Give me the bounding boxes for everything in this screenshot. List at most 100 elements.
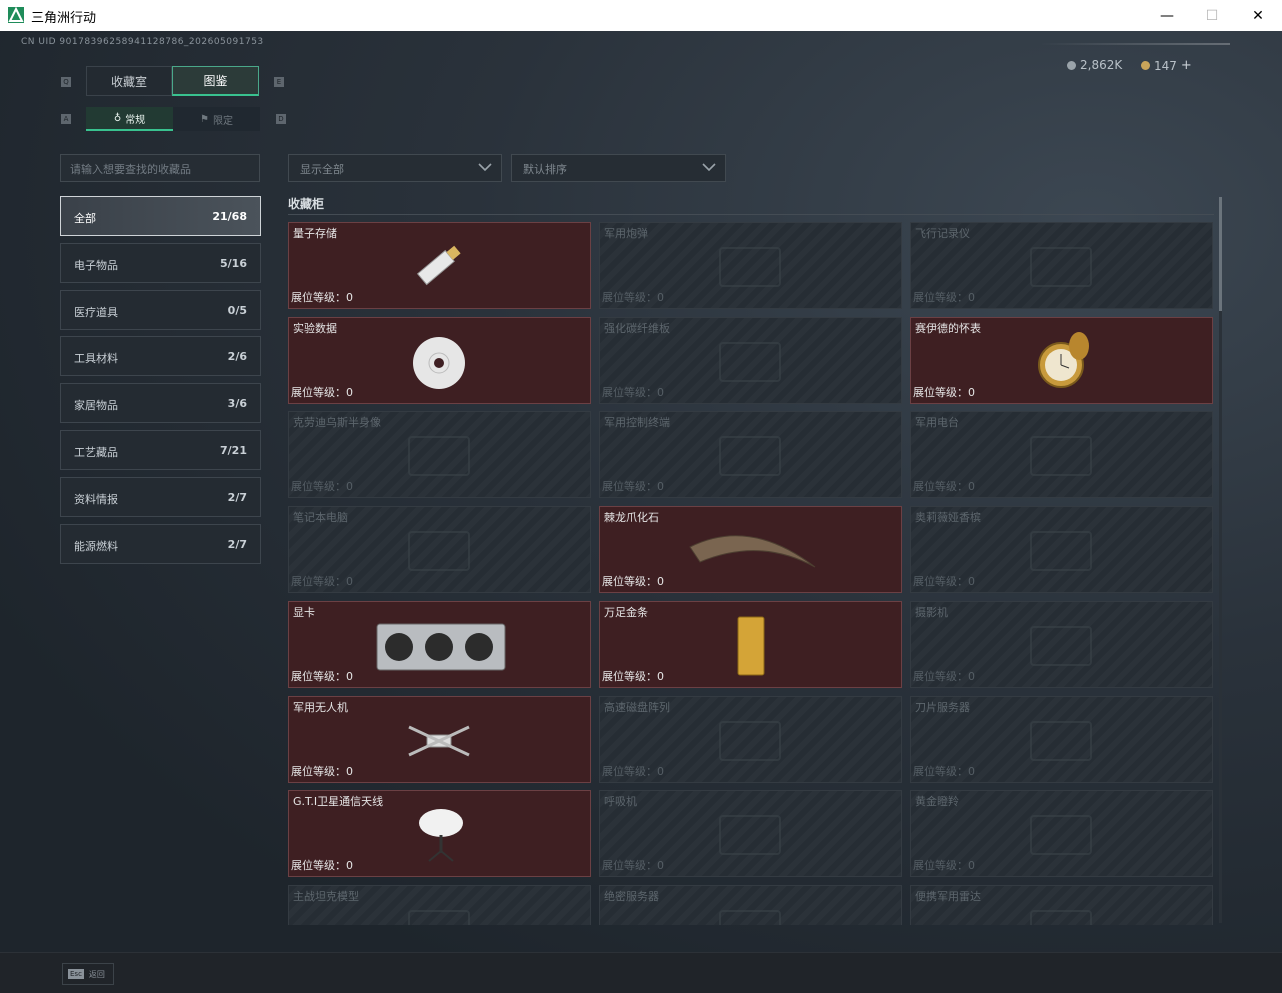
level-value: 0 xyxy=(346,575,353,589)
collection-card[interactable]: 主战坦克模型展位等级：0 xyxy=(288,884,591,925)
collection-card[interactable]: 高速磁盘阵列 展位等级：0 xyxy=(599,695,902,783)
currency-coins-value: 2,862K xyxy=(1080,58,1123,72)
card-level: 展位等级：0 xyxy=(291,478,353,494)
category-item[interactable]: 能源燃料 2/7 xyxy=(60,523,261,564)
level-value: 0 xyxy=(657,385,664,399)
add-currency-button[interactable]: + xyxy=(1181,58,1192,73)
card-level: 展位等级：0 xyxy=(291,763,353,779)
key-hint-e: E xyxy=(274,77,284,87)
collection-card[interactable]: 量子存储 展位等级：0 xyxy=(288,222,591,309)
category-label: 工具材料 xyxy=(74,352,118,366)
level-label: 展位等级： xyxy=(913,291,968,304)
close-button[interactable]: ✕ xyxy=(1235,0,1281,31)
level-value: 0 xyxy=(968,480,975,494)
card-name: 奥莉薇娅香槟 xyxy=(915,511,981,525)
collection-card[interactable]: 摄影机 展位等级：0 xyxy=(910,600,1213,688)
limited-icon: ⚑ xyxy=(200,113,209,125)
level-label: 展位等级： xyxy=(602,291,657,304)
category-item[interactable]: 电子物品 5/16 xyxy=(60,242,261,283)
collection-card[interactable]: 刀片服务器 展位等级：0 xyxy=(910,695,1213,783)
category-item[interactable]: 工具材料 2/6 xyxy=(60,336,261,377)
level-label: 展位等级： xyxy=(291,669,346,683)
level-label: 展位等级： xyxy=(602,575,657,589)
collection-card[interactable]: 实验数据 展位等级：0 xyxy=(288,316,591,404)
level-label: 展位等级： xyxy=(291,291,346,304)
subtab-limited-label: 限定 xyxy=(212,115,233,127)
scrollbar-thumb[interactable] xyxy=(1219,197,1222,311)
category-count: 21/68 xyxy=(212,210,247,223)
card-name: 棘龙爪化石 xyxy=(604,511,659,525)
card-level: 展位等级：0 xyxy=(602,289,664,305)
minimize-button[interactable]: — xyxy=(1144,0,1190,31)
level-value: 0 xyxy=(968,385,975,399)
subtab-regular[interactable]: ♁ 常规 xyxy=(86,107,173,131)
card-name: 显卡 xyxy=(293,605,315,619)
sort-dropdown[interactable]: 默认排序 xyxy=(511,154,726,182)
card-level: 展位等级：0 xyxy=(913,289,975,305)
category-count: 5/16 xyxy=(220,256,247,270)
card-level: 展位等级：0 xyxy=(602,573,664,589)
sort-value: 默认排序 xyxy=(523,163,567,176)
level-label: 展位等级： xyxy=(602,669,657,683)
collection-card[interactable]: 绝密服务器展位等级：0 xyxy=(599,884,902,925)
header-decoration xyxy=(1040,43,1230,45)
category-item[interactable]: 医疗道具 0/5 xyxy=(60,289,261,330)
level-label: 展位等级： xyxy=(602,480,657,494)
card-name: 摄影机 xyxy=(915,605,948,619)
category-item[interactable]: 家居物品 3/6 xyxy=(60,383,261,424)
collection-card[interactable]: 呼吸机 展位等级：0 xyxy=(599,790,902,878)
collection-card[interactable]: 万足金条 展位等级：0 xyxy=(599,600,902,688)
back-button[interactable]: Esc 返回 xyxy=(62,963,114,985)
category-item[interactable]: 资料情报 2/7 xyxy=(60,476,261,517)
card-name: 飞行记录仪 xyxy=(915,227,970,240)
card-level: 展位等级：0 xyxy=(602,857,664,873)
player-uid: CN UID 9017839625894112878​6_20260509175… xyxy=(21,37,264,47)
tab-collection-room[interactable]: 收藏室 xyxy=(86,66,172,96)
collection-card[interactable]: 棘龙爪化石展位等级：0 xyxy=(599,506,902,594)
collection-card[interactable]: 军用电台展位等级：0 xyxy=(910,411,1213,499)
category-label: 电子物品 xyxy=(74,258,118,272)
card-name: 绝密服务器 xyxy=(604,889,659,903)
search-input[interactable]: 请输入想要查找的收藏品 xyxy=(60,154,260,182)
subtab-limited[interactable]: ⚑ 限定 xyxy=(173,107,260,131)
card-name: 军用电台 xyxy=(915,416,959,430)
collection-card[interactable]: 军用炮弹 展位等级：0 xyxy=(599,222,902,309)
category-item[interactable]: 工艺藏品 7/21 xyxy=(60,430,261,470)
level-label: 展位等级： xyxy=(602,859,657,873)
level-value: 0 xyxy=(346,669,353,683)
level-value: 0 xyxy=(346,480,353,494)
collection-card[interactable]: 飞行记录仪展位等级：0 xyxy=(910,222,1213,309)
collection-card[interactable]: 赛伊德的怀表 展位等级：0 xyxy=(910,316,1213,404)
card-name: 笔记本电脑 xyxy=(293,511,348,525)
tab-codex[interactable]: 图鉴 xyxy=(172,66,259,96)
level-value: 0 xyxy=(657,669,664,683)
card-level: 展位等级：0 xyxy=(602,763,664,779)
level-value: 0 xyxy=(657,480,664,494)
category-label: 家居物品 xyxy=(74,399,118,413)
level-value: 0 xyxy=(657,859,664,873)
card-name: 军用控制终端 xyxy=(604,416,670,430)
collection-card[interactable]: 显卡展位等级：0 xyxy=(288,600,591,688)
card-name: 主战坦克模型 xyxy=(293,889,359,903)
collection-card[interactable]: 克劳迪乌斯半身像 展位等级：0 xyxy=(288,411,591,499)
collection-card[interactable]: 黄金瞪羚 展位等级：0 xyxy=(910,790,1213,878)
collection-card[interactable]: G.T.I卫星通信天线 展位等级：0 xyxy=(288,790,591,878)
show-filter-value: 显示全部 xyxy=(300,163,344,176)
maximize-button[interactable]: ☐ xyxy=(1189,0,1235,31)
level-label: 展位等级： xyxy=(602,764,657,778)
level-label: 展位等级： xyxy=(913,385,968,399)
collection-card[interactable]: 奥莉薇娅香槟 展位等级：0 xyxy=(910,506,1213,594)
card-level: 展位等级：0 xyxy=(913,573,975,589)
collection-card[interactable]: 笔记本电脑 展位等级：0 xyxy=(288,506,591,594)
collection-card[interactable]: 强化碳纤维板 展位等级：0 xyxy=(599,316,902,404)
show-filter-dropdown[interactable]: 显示全部 xyxy=(288,154,502,182)
section-title: 收藏柜 xyxy=(288,197,325,211)
level-label: 展位等级： xyxy=(913,480,968,494)
collection-card[interactable]: 军用控制终端 展位等级：0 xyxy=(599,411,902,499)
category-item[interactable]: 全部 21/68 xyxy=(60,196,261,236)
collection-card[interactable]: 便携军用雷达展位等级：0 xyxy=(910,884,1213,925)
app-logo-icon xyxy=(8,7,24,23)
premium-coin-icon xyxy=(1141,61,1150,70)
category-label: 全部 xyxy=(74,212,96,225)
collection-card[interactable]: 军用无人机 展位等级：0 xyxy=(288,695,591,783)
